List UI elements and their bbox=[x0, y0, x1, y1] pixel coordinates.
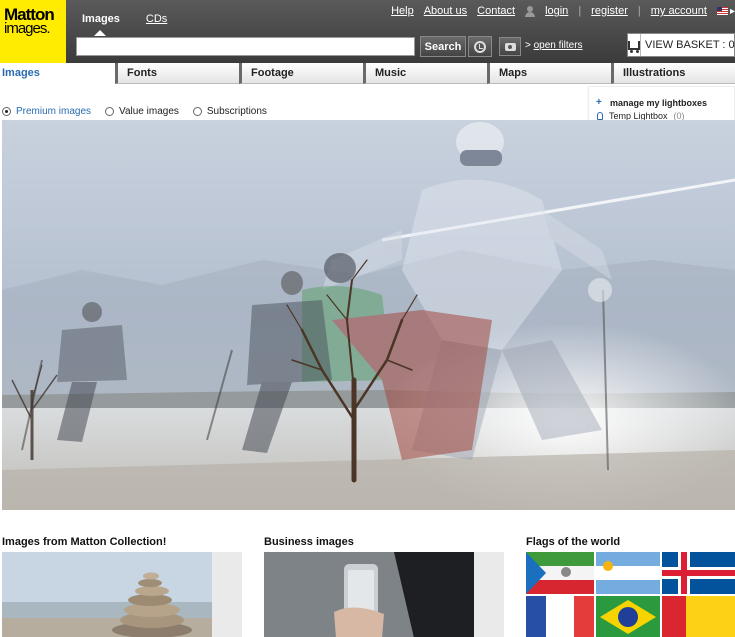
section-business-images: Business images bbox=[264, 536, 504, 637]
radio-premium-images[interactable]: Premium images bbox=[2, 106, 91, 117]
section-title[interactable]: Business images bbox=[264, 536, 504, 552]
my-account-link[interactable]: my account bbox=[651, 5, 707, 17]
basket-label: VIEW BASKET : 0 bbox=[645, 39, 735, 51]
manage-lightboxes-link[interactable]: manage my lightboxes bbox=[610, 98, 707, 108]
radio-label[interactable]: Premium images bbox=[16, 106, 91, 117]
separator: | bbox=[578, 5, 582, 17]
manage-lightboxes-row[interactable]: + manage my lightboxes bbox=[596, 96, 734, 109]
cart-icon bbox=[628, 40, 640, 53]
thumb-matton-collection[interactable] bbox=[2, 552, 242, 637]
lightbulb-icon bbox=[597, 111, 603, 120]
radio-label[interactable]: Subscriptions bbox=[207, 106, 267, 117]
user-icon bbox=[525, 5, 536, 17]
temp-lightbox-count: (0) bbox=[673, 110, 685, 121]
lightbox-panel: + manage my lightboxes Temp Lightbox (0) bbox=[588, 86, 735, 124]
filters-arrow: > bbox=[525, 40, 531, 51]
cart-icon-box bbox=[628, 34, 641, 56]
hero-illustration bbox=[2, 120, 735, 510]
chevron-right-icon[interactable]: ▸ bbox=[730, 6, 735, 17]
radio-dot[interactable] bbox=[2, 107, 11, 116]
about-us-link[interactable]: About us bbox=[424, 5, 467, 17]
header-bar: Matton images. Images CDs Help About us … bbox=[0, 0, 735, 63]
section-matton-collection: Images from Matton Collection! bbox=[2, 536, 242, 637]
view-basket-button[interactable]: VIEW BASKET : 0 bbox=[627, 33, 735, 57]
login-link[interactable]: login bbox=[545, 5, 568, 17]
tab-fonts[interactable]: Fonts bbox=[115, 63, 239, 84]
radio-dot[interactable] bbox=[105, 107, 115, 116]
radio-subscriptions[interactable]: Subscriptions bbox=[192, 106, 267, 117]
tab-maps[interactable]: Maps bbox=[487, 63, 611, 84]
tab-images[interactable]: Images bbox=[0, 63, 115, 84]
business-phone-thumb bbox=[264, 552, 504, 637]
thumb-business-images[interactable] bbox=[264, 552, 504, 637]
category-tabs: Images Fonts Footage Music Maps Illustra… bbox=[0, 63, 735, 84]
logo-line-2: images. bbox=[4, 20, 51, 37]
thumb-flags[interactable] bbox=[526, 552, 735, 637]
help-link[interactable]: Help bbox=[391, 5, 414, 17]
tab-footage[interactable]: Footage bbox=[239, 63, 363, 84]
camera-icon bbox=[504, 42, 516, 51]
top-tab-cds[interactable]: CDs bbox=[146, 13, 167, 25]
image-search-button[interactable] bbox=[499, 37, 521, 56]
temp-lightbox-link[interactable]: Temp Lightbox bbox=[609, 111, 668, 121]
history-icon bbox=[474, 40, 486, 53]
logo-wordmark: Matton images. bbox=[4, 6, 63, 37]
search-button[interactable]: Search bbox=[420, 36, 466, 57]
flag-uk-icon[interactable] bbox=[716, 7, 728, 15]
section-title[interactable]: Images from Matton Collection! bbox=[2, 536, 242, 552]
license-radio-group: Premium images Value images Subscription… bbox=[2, 106, 267, 117]
section-title[interactable]: Flags of the world bbox=[526, 536, 735, 552]
contact-link[interactable]: Contact bbox=[477, 5, 515, 17]
top-tabs: Images CDs bbox=[82, 13, 167, 36]
matton-logo[interactable]: Matton images. bbox=[0, 0, 66, 63]
section-flags-of-the-world: Flags of the world bbox=[526, 536, 735, 637]
tab-music[interactable]: Music bbox=[363, 63, 487, 84]
radio-dot[interactable] bbox=[192, 107, 202, 116]
hero-image[interactable] bbox=[2, 120, 735, 510]
top-tab-images[interactable]: Images bbox=[82, 13, 120, 36]
utility-links: Help About us Contact login | register |… bbox=[391, 5, 735, 17]
flags-collage-thumb bbox=[526, 552, 735, 637]
search-input[interactable] bbox=[76, 37, 415, 56]
register-link[interactable]: register bbox=[591, 5, 628, 17]
open-filters-link[interactable]: open filters bbox=[534, 40, 583, 51]
lamp-globe bbox=[588, 278, 612, 302]
tab-illustrations[interactable]: Illustrations bbox=[611, 63, 735, 84]
open-filters: > open filters bbox=[525, 40, 583, 51]
radio-value-images[interactable]: Value images bbox=[105, 106, 179, 117]
radio-label[interactable]: Value images bbox=[119, 106, 179, 117]
separator: | bbox=[637, 5, 641, 17]
search-history-button[interactable] bbox=[468, 36, 492, 57]
stone-cairn-thumb bbox=[2, 552, 242, 637]
plus-icon: + bbox=[596, 97, 602, 108]
